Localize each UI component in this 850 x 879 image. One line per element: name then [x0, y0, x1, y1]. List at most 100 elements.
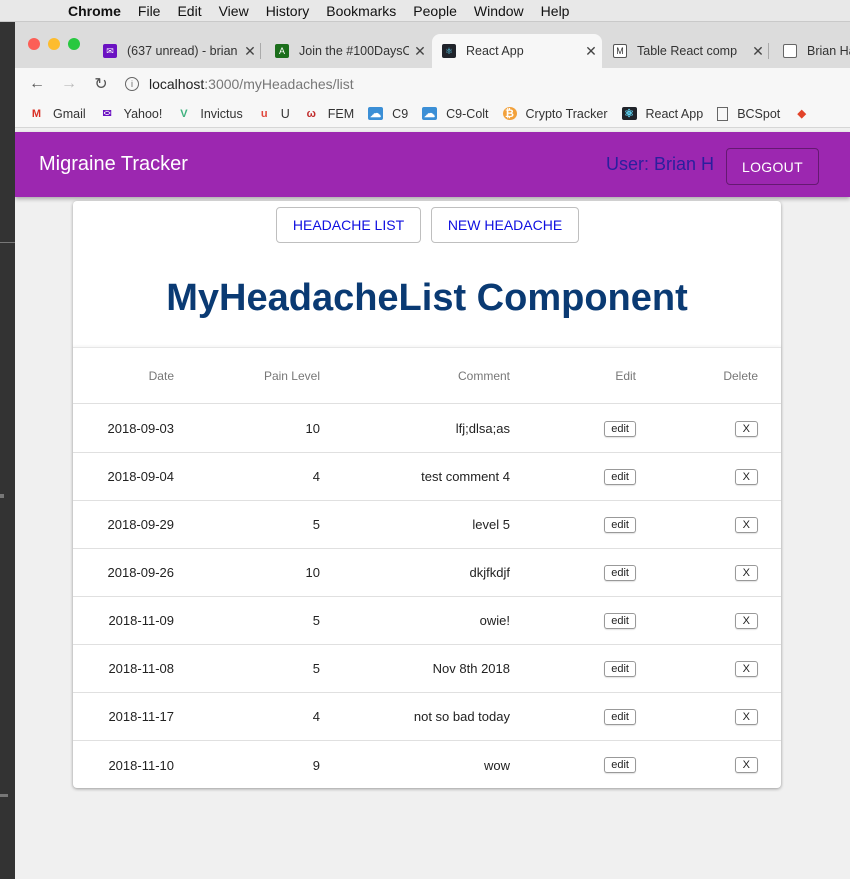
menu-history[interactable]: History: [266, 3, 310, 19]
headache-list-link[interactable]: HEADACHE LIST: [276, 207, 421, 243]
minimize-window-button[interactable]: [48, 38, 60, 50]
reload-icon[interactable]: ↻: [85, 74, 117, 94]
close-icon[interactable]: ✕: [580, 43, 602, 60]
edit-button[interactable]: edit: [604, 757, 636, 773]
desktop-dot: [0, 794, 8, 797]
document-icon: [783, 44, 797, 58]
menu-window[interactable]: Window: [474, 3, 524, 19]
cell-pain-level: 10: [305, 421, 320, 436]
delete-button[interactable]: X: [734, 708, 758, 725]
edit-button[interactable]: edit: [604, 564, 636, 581]
edit-button[interactable]: edit: [604, 660, 636, 677]
bookmark-react-app[interactable]: ⚛ React App: [621, 107, 703, 121]
edit-button[interactable]: edit: [604, 420, 636, 437]
cell-pain-level: 5: [312, 517, 320, 532]
menu-file[interactable]: File: [138, 3, 161, 19]
address-bar[interactable]: i localhost:3000/myHeadaches/list: [125, 71, 354, 97]
tab-100days[interactable]: A Join the #100DaysOfCode ✕: [265, 34, 431, 68]
bookmark-label: Gmail: [53, 106, 86, 121]
tab-table-react[interactable]: M Table React comp ✕: [603, 34, 769, 68]
page-viewport: Migraine Tracker User: Brian H LOGOUT HE…: [15, 132, 850, 879]
menu-help[interactable]: Help: [541, 3, 570, 19]
menu-chrome[interactable]: Chrome: [68, 3, 121, 19]
delete-button[interactable]: X: [734, 468, 758, 485]
cell-date: 2018-09-04: [107, 469, 175, 484]
close-icon[interactable]: ✕: [239, 43, 261, 60]
bookmark-yahoo[interactable]: ✉ Yahoo!: [100, 107, 163, 121]
bookmark-label: U: [280, 106, 290, 121]
bookmark-udemy[interactable]: u U: [257, 107, 290, 121]
forward-arrow-icon[interactable]: →: [53, 75, 85, 93]
cell-date: 2018-11-09: [108, 613, 174, 628]
gmail-icon: M: [31, 107, 42, 120]
bookmarks-bar: M Gmail ✉ Yahoo! V Invictus u U ω FEM ☁ …: [15, 100, 850, 128]
delete-button[interactable]: X: [734, 516, 758, 533]
chrome-window: ✉ (637 unread) - brian ✕ A Join the #100…: [15, 22, 850, 879]
cell-comment: Nov 8th 2018: [432, 661, 510, 676]
delete-button[interactable]: X: [734, 564, 758, 581]
back-arrow-icon[interactable]: ←: [21, 75, 53, 93]
fem-icon: ω: [306, 107, 316, 120]
edit-button[interactable]: edit: [604, 612, 636, 629]
close-icon[interactable]: ✕: [409, 43, 431, 60]
bookmark-gitlab[interactable]: ◆: [794, 107, 818, 120]
page-title: MyHeadacheList Component: [166, 277, 688, 319]
menu-edit[interactable]: Edit: [177, 3, 201, 19]
menu-view[interactable]: View: [219, 3, 249, 19]
tab-react-app[interactable]: ⚛ React App ✕: [432, 34, 602, 68]
close-window-button[interactable]: [28, 38, 40, 50]
cell-comment: level 5: [472, 517, 510, 532]
bookmark-fem[interactable]: ω FEM: [304, 107, 355, 121]
tab-label: React App: [466, 44, 524, 58]
edit-button[interactable]: edit: [604, 468, 636, 485]
new-headache-link[interactable]: NEW HEADACHE: [431, 207, 579, 243]
menu-people[interactable]: People: [413, 3, 457, 19]
column-header-delete: Delete: [723, 368, 758, 383]
edit-cell: edit: [510, 597, 636, 644]
cell-date: 2018-09-03: [107, 421, 175, 436]
edit-button[interactable]: edit: [604, 516, 636, 533]
delete-button[interactable]: X: [734, 757, 758, 773]
delete-button[interactable]: X: [734, 420, 758, 437]
bookmark-gmail[interactable]: M Gmail: [29, 107, 86, 121]
cell-comment: lfj;dlsa;as: [455, 421, 510, 436]
edit-cell: edit: [510, 741, 636, 789]
cell-pain-level: 10: [305, 565, 320, 580]
edit-cell: edit: [510, 453, 636, 500]
info-icon[interactable]: i: [125, 77, 139, 91]
column-header-edit: Edit: [615, 368, 636, 383]
tab-separator: [768, 43, 769, 59]
tab-separator: [260, 43, 261, 59]
edit-cell: edit: [510, 549, 636, 596]
react-icon: ⚛: [442, 44, 456, 58]
table-row: 2018-11-09 5 owie! edit X: [73, 597, 781, 645]
table-row: 2018-11-17 4 not so bad today edit X: [73, 693, 781, 741]
cell-date: 2018-09-26: [107, 565, 175, 580]
edit-button[interactable]: edit: [604, 708, 636, 725]
delete-cell: X: [636, 453, 758, 500]
url-host: localhost: [149, 76, 205, 92]
browser-toolbar: ← → ↻ i localhost:3000/myHeadaches/list: [15, 68, 850, 100]
close-icon[interactable]: ✕: [747, 43, 769, 60]
tab-brian[interactable]: Brian Ha: [773, 34, 850, 68]
delete-cell: X: [636, 501, 758, 548]
cell-pain-level: 4: [312, 709, 320, 724]
delete-cell: X: [636, 405, 758, 452]
delete-button[interactable]: X: [734, 612, 758, 629]
tab-label: Join the #100DaysOfCode: [299, 44, 409, 58]
bookmark-c9-colt[interactable]: ☁ C9-Colt: [422, 107, 489, 121]
tab-yahoo-mail[interactable]: ✉ (637 unread) - brian ✕: [93, 34, 261, 68]
bookmark-invictus[interactable]: V Invictus: [176, 107, 243, 121]
bookmark-bcspot[interactable]: BCSpot: [717, 106, 780, 121]
zoom-window-button[interactable]: [68, 38, 80, 50]
cloud9-icon: ☁: [368, 107, 384, 120]
bookmark-c9[interactable]: ☁ C9: [368, 107, 408, 121]
logout-button[interactable]: LOGOUT: [726, 148, 819, 185]
bookmark-crypto-tracker[interactable]: ₿ Crypto Tracker: [502, 107, 608, 121]
menu-bookmarks[interactable]: Bookmarks: [326, 3, 396, 19]
delete-button[interactable]: X: [734, 660, 758, 677]
cell-pain-level: 9: [312, 757, 320, 773]
desktop-dot: [0, 494, 4, 498]
yahoo-icon: ✉: [102, 108, 112, 120]
cell-date: 2018-11-10: [108, 757, 174, 773]
